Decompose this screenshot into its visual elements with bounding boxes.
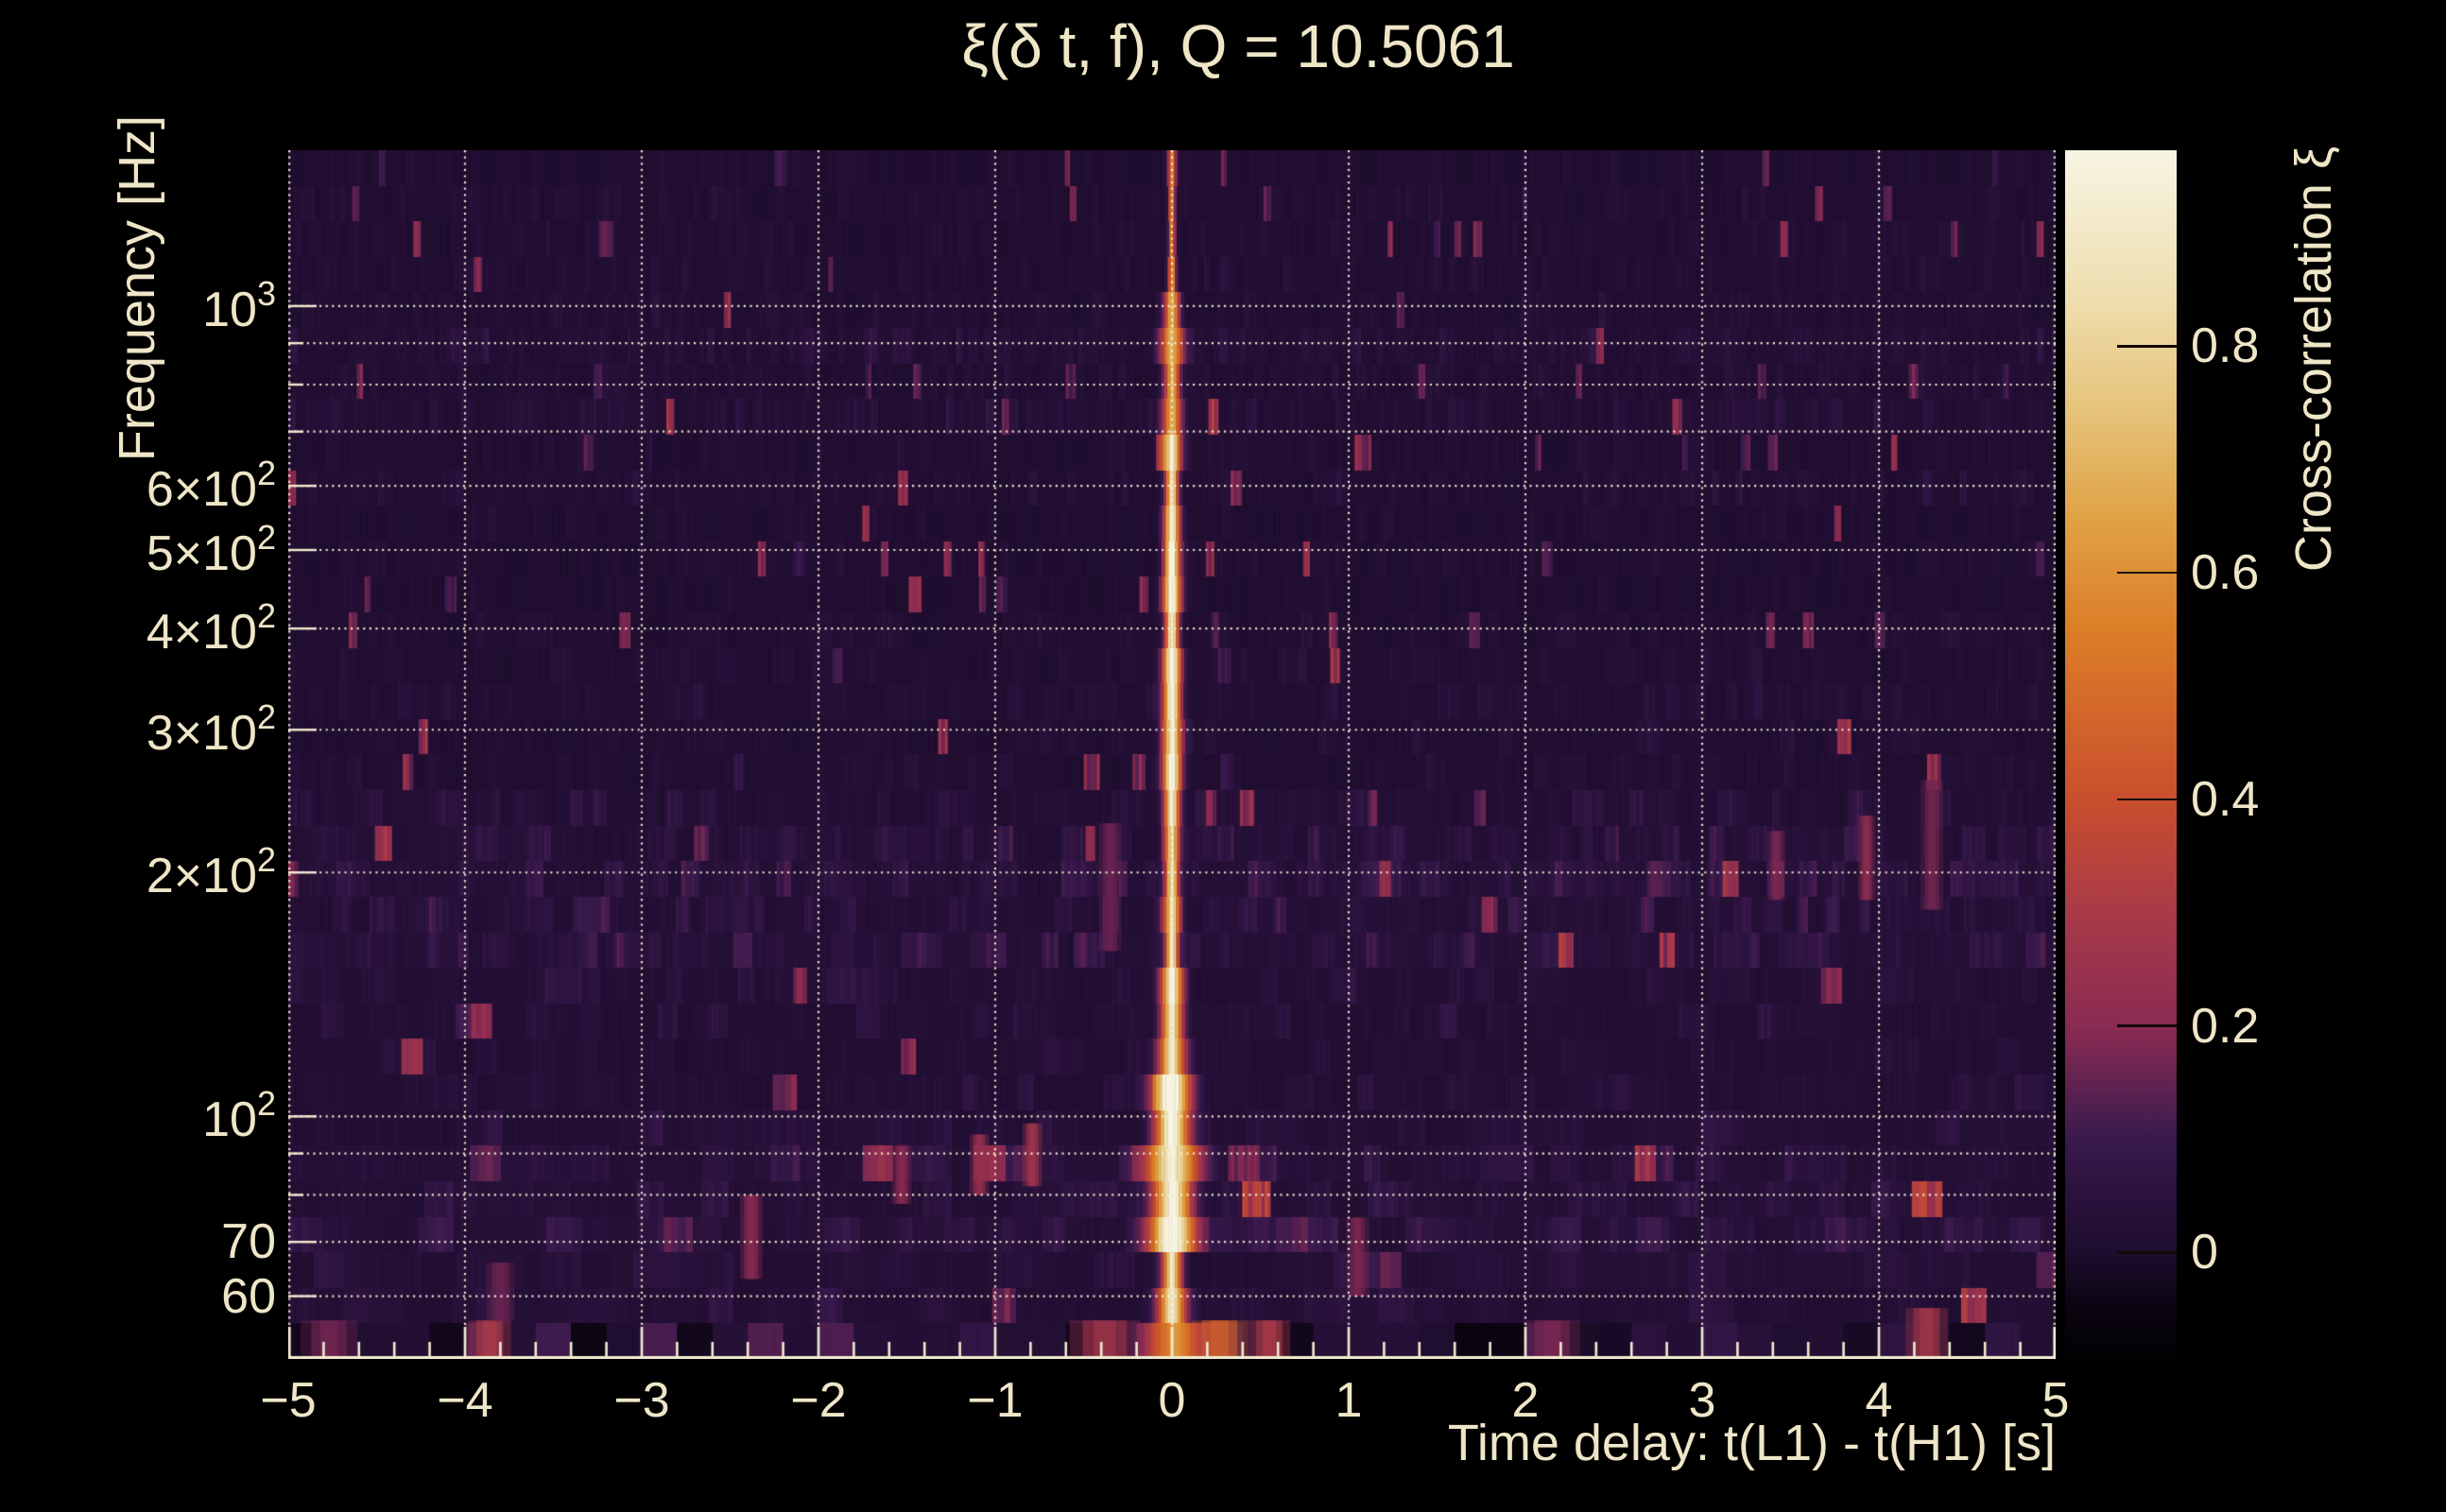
- plot-title: ξ(δ t, f), Q = 10.5061: [961, 12, 1515, 80]
- y-tick-label: 2×102: [146, 840, 276, 904]
- x-tick-label: −4: [437, 1373, 493, 1428]
- colorbar-tick-mark: [2117, 571, 2177, 575]
- x-tick-label: −3: [613, 1373, 670, 1428]
- colorbar-tick-label: 0.2: [2191, 998, 2260, 1054]
- colorbar-tick-label: 0.4: [2191, 771, 2260, 827]
- y-tick-label: 60: [221, 1268, 276, 1324]
- x-tick-label: 3: [1688, 1373, 1716, 1428]
- x-tick-label: 4: [1865, 1373, 1893, 1428]
- x-tick-label: 5: [2041, 1373, 2070, 1428]
- y-tick-label: 6×102: [146, 454, 276, 518]
- colorbar-title: Cross-correlation ξ: [2285, 146, 2342, 573]
- x-tick-label: −5: [260, 1373, 317, 1428]
- y-tick-label: 4×102: [146, 596, 276, 661]
- y-tick-label: 103: [202, 273, 276, 337]
- x-tick-label: 0: [1158, 1373, 1186, 1428]
- colorbar-tick-label: 0: [2191, 1225, 2218, 1280]
- colorbar-tick-label: 0.6: [2191, 545, 2260, 601]
- y-tick-label: 102: [202, 1084, 276, 1148]
- colorbar-tick-mark: [2117, 1024, 2177, 1027]
- y-tick-label: 3×102: [146, 697, 276, 762]
- y-tick-label: 5×102: [146, 518, 276, 581]
- x-tick-label: −2: [790, 1373, 847, 1428]
- x-tick-label: −1: [967, 1373, 1024, 1428]
- colorbar-tick-mark: [2117, 798, 2177, 801]
- qscan-heatmap-canvas: [288, 150, 2056, 1359]
- x-tick-label: 2: [1511, 1373, 1540, 1428]
- colorbar-tick-mark: [2117, 1251, 2177, 1254]
- y-axis-title: Frequency [Hz]: [109, 114, 165, 462]
- colorbar-tick-mark: [2117, 345, 2177, 348]
- x-tick-label: 1: [1335, 1373, 1363, 1428]
- colorbar-tick-label: 0.8: [2191, 318, 2260, 374]
- colorbar-gradient: [2065, 150, 2177, 1359]
- qscan-figure: ξ(δ t, f), Q = 10.5061 Frequency [Hz] Ti…: [0, 0, 2446, 1512]
- y-tick-label: 70: [221, 1214, 276, 1270]
